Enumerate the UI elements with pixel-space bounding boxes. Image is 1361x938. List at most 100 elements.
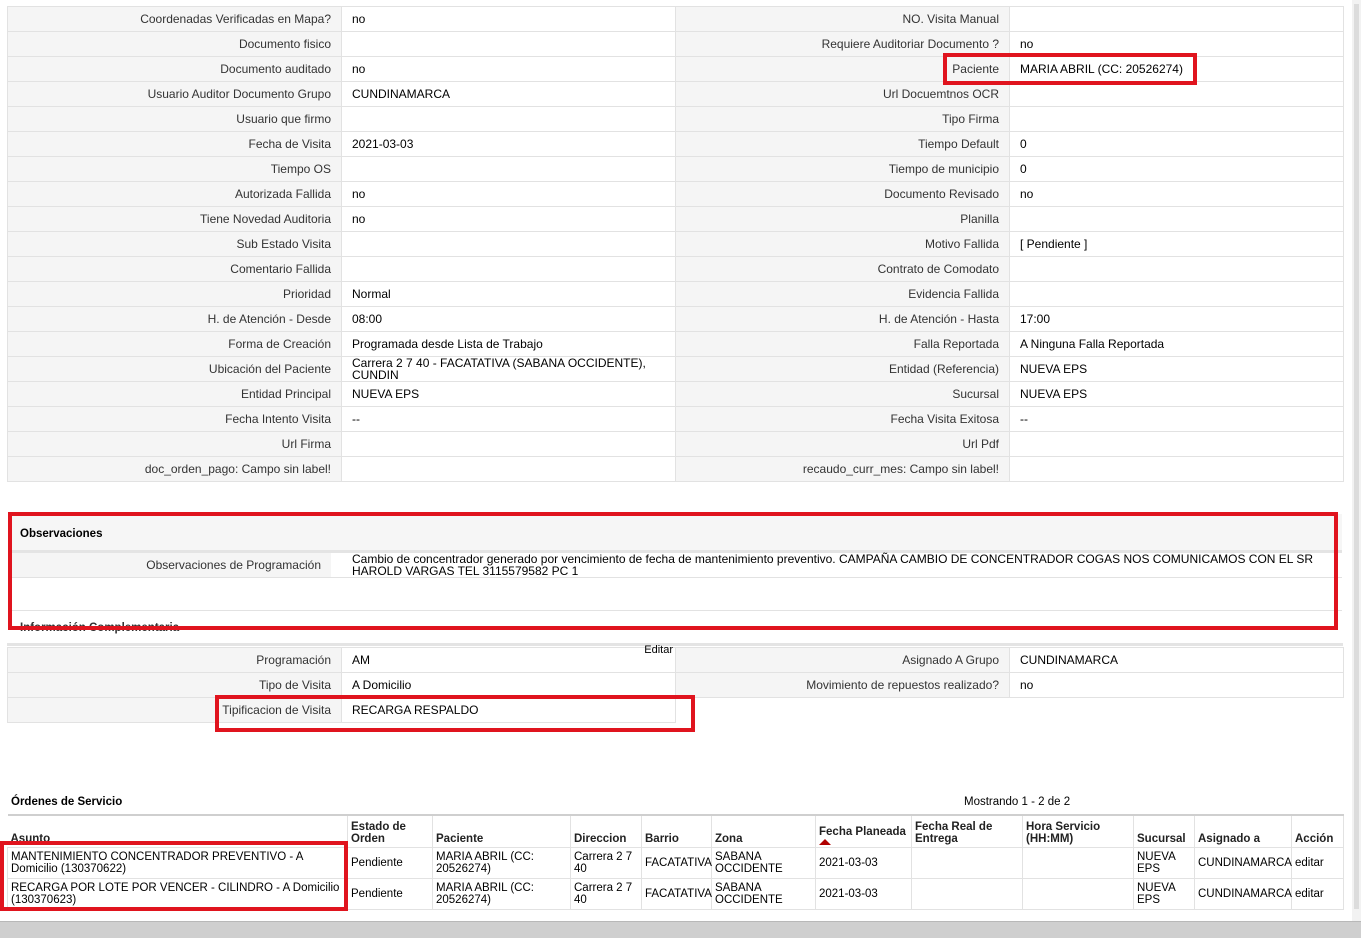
orders-pagination-info: Mostrando 1 - 2 de 2: [964, 796, 1071, 808]
detail-row: Fecha de Visita 2021-03-03 Tiempo Default 0: [7, 131, 1344, 157]
highlight-asunto: [0, 841, 348, 911]
detail-row: doc_orden_pago: Campo sin label! recaudo_…: [7, 456, 1344, 482]
column-header-label: Direccion: [574, 833, 627, 845]
orders-column-header[interactable]: Direccion: [570, 814, 642, 848]
detail-row: Sub Estado Visita Motivo Fallida[ Pendien…: [7, 231, 1344, 257]
info-label: Movimiento de repuestos realizado?: [675, 672, 1010, 698]
detail-value: [1009, 106, 1344, 132]
detail-label: Url Docuemtnos OCR: [675, 81, 1010, 107]
highlight-paciente: [943, 53, 1197, 85]
detail-label: Tiempo Default: [675, 131, 1010, 157]
info-value: AM Editar: [341, 644, 676, 673]
detail-label: doc_orden_pago: Campo sin label!: [7, 456, 342, 482]
detail-row: Prioridad Normal Evidencia Fallida: [7, 281, 1344, 307]
detail-label: Tiempo de municipio: [675, 156, 1010, 182]
sort-ascending-icon: [819, 839, 831, 845]
horizontal-scrollbar[interactable]: [0, 921, 1361, 938]
column-header-label: Hora Servicio (HH:MM): [1026, 821, 1101, 845]
detail-label: Tipo Firma: [675, 106, 1010, 132]
orders-cell: FACATATIVA: [641, 847, 712, 879]
edit-order-link[interactable]: editar: [1295, 857, 1324, 869]
detail-row: Ubicación del Paciente Carrera 2 7 40 - F…: [7, 356, 1344, 382]
orders-cell: FACATATIVA: [641, 878, 712, 910]
orders-cell: 2021-03-03: [815, 847, 912, 879]
column-header-label: Sucursal: [1137, 833, 1186, 845]
orders-cell: MARIA ABRIL (CC: 20526274): [432, 847, 571, 879]
orders-cell: CUNDINAMARCA: [1194, 847, 1292, 879]
detail-row: Autorizada Fallida no Documento Revisado no: [7, 181, 1344, 207]
orders-column-header[interactable]: Asignado a: [1194, 814, 1292, 848]
detail-row: Tiene Novedad Auditoria no Planilla: [7, 206, 1344, 232]
orders-cell: Carrera 2 7 40: [570, 847, 642, 879]
detail-value: [1009, 281, 1344, 307]
order-edit-cell: editar: [1291, 878, 1344, 910]
orders-column-header[interactable]: Fecha Planeada: [815, 814, 912, 848]
detail-value: [341, 156, 676, 182]
orders-column-header[interactable]: Fecha Real de Entrega: [911, 814, 1023, 848]
detail-value: --: [341, 406, 676, 432]
orders-cell: MARIA ABRIL (CC: 20526274): [432, 878, 571, 910]
detail-value: [341, 231, 676, 257]
orders-cell: CUNDINAMARCA: [1194, 878, 1292, 910]
detail-value: [1009, 256, 1344, 282]
detail-row: Tiempo OS Tiempo de municipio 0: [7, 156, 1344, 182]
detail-value: no: [341, 6, 676, 32]
detail-label: H. de Atención - Hasta: [675, 306, 1010, 332]
edit-order-link[interactable]: editar: [1295, 888, 1324, 900]
orders-column-header[interactable]: Paciente: [432, 814, 571, 848]
detail-value: NUEVA EPS: [1009, 356, 1344, 382]
edit-programacion-link[interactable]: Editar: [644, 644, 673, 656]
info-value-text: AM: [352, 653, 370, 667]
column-header-label: Asignado a: [1198, 833, 1260, 845]
detail-label: Fecha Visita Exitosa: [675, 406, 1010, 432]
detail-label: Url Pdf: [675, 431, 1010, 457]
detail-value: [341, 31, 676, 57]
detail-value: [1009, 456, 1344, 482]
orders-column-header[interactable]: Zona: [711, 814, 816, 848]
detail-value: [1009, 431, 1344, 457]
detail-label: Usuario que firmo: [7, 106, 342, 132]
detail-value: [1009, 81, 1344, 107]
detail-value: [1009, 6, 1344, 32]
detail-label: Entidad (Referencia): [675, 356, 1010, 382]
detail-label: recaudo_curr_mes: Campo sin label!: [675, 456, 1010, 482]
detail-row: Usuario que firmo Tipo Firma: [7, 106, 1344, 132]
info-label: Programación: [7, 647, 342, 673]
orders-column-header[interactable]: Barrio: [641, 814, 712, 848]
orders-column-header[interactable]: Sucursal: [1133, 814, 1195, 848]
detail-label: Falla Reportada: [675, 331, 1010, 357]
detail-label: Sucursal: [675, 381, 1010, 407]
detail-label: Motivo Fallida: [675, 231, 1010, 257]
orders-column-header[interactable]: Estado de Orden: [347, 814, 433, 848]
detail-row: Forma de Creación Programada desde Lista …: [7, 331, 1344, 357]
detail-row: Coordenadas Verificadas en Mapa? no NO. Vi…: [7, 6, 1344, 32]
detail-value: 17:00: [1009, 306, 1344, 332]
orders-cell: 2021-03-03: [815, 878, 912, 910]
detail-label: NO. Visita Manual: [675, 6, 1010, 32]
orders-cell: [1022, 878, 1134, 910]
detail-label: Autorizada Fallida: [7, 181, 342, 207]
detail-label: Evidencia Fallida: [675, 281, 1010, 307]
orders-cell: SABANA OCCIDENTE: [711, 847, 816, 879]
detail-label: Tiene Novedad Auditoria: [7, 206, 342, 232]
scrollbar-thumb[interactable]: [1354, 4, 1359, 909]
detail-label: Planilla: [675, 206, 1010, 232]
detail-value: no: [341, 206, 676, 232]
detail-value: 0: [1009, 156, 1344, 182]
detail-label: Contrato de Comodato: [675, 256, 1010, 282]
vertical-scrollbar[interactable]: [1352, 0, 1361, 921]
detail-label: Documento fisico: [7, 31, 342, 57]
orders-cell: Pendiente: [347, 847, 433, 879]
orders-title: Órdenes de Servicio: [11, 796, 123, 808]
detail-label: Comentario Fallida: [7, 256, 342, 282]
detail-value: [ Pendiente ]: [1009, 231, 1344, 257]
orders-cell: SABANA OCCIDENTE: [711, 878, 816, 910]
orders-column-header[interactable]: Acción: [1291, 814, 1344, 848]
detail-row: H. de Atención - Desde 08:00 H. de Atenció…: [7, 306, 1344, 332]
orders-column-header[interactable]: Hora Servicio (HH:MM): [1022, 814, 1134, 848]
detail-label: Entidad Principal: [7, 381, 342, 407]
info-value: A Domicilio: [341, 672, 676, 698]
orders-cell: Carrera 2 7 40: [570, 878, 642, 910]
detail-value: CUNDINAMARCA: [341, 81, 676, 107]
info-row: Tipo de Visita A Domicilio Movimiento de…: [7, 672, 1344, 698]
